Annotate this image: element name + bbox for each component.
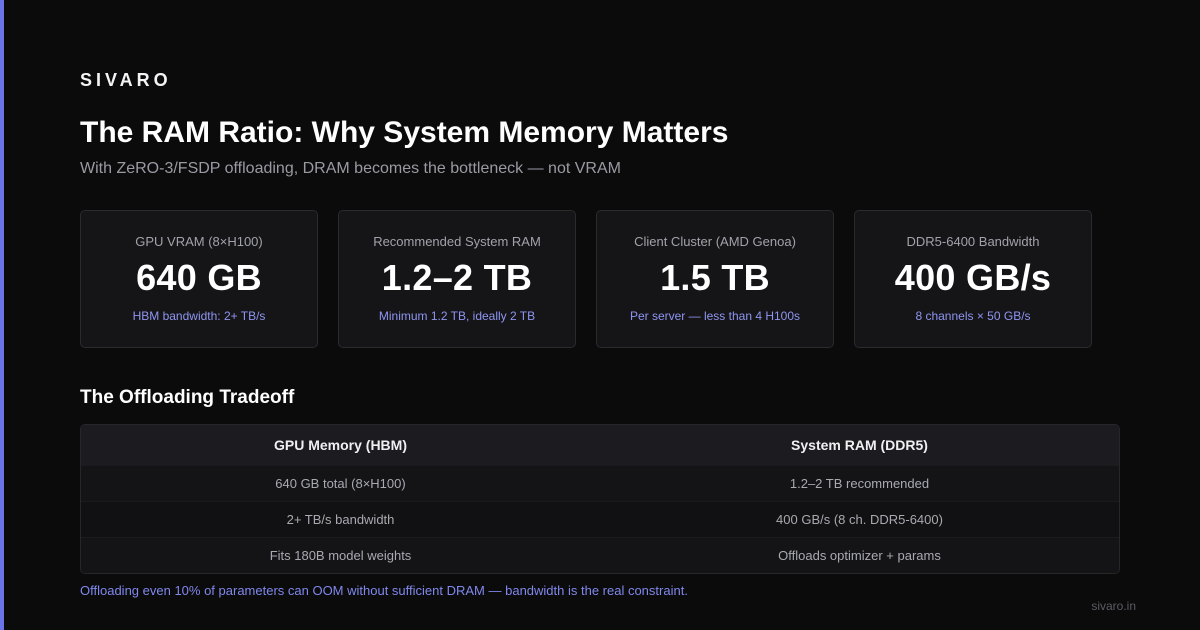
site-url: sivaro.in [1091, 599, 1136, 613]
stat-card-system-ram: Recommended System RAM 1.2–2 TB Minimum … [338, 210, 576, 348]
comparison-table: GPU Memory (HBM) System RAM (DDR5) 640 G… [80, 424, 1120, 574]
stat-card-gpu-vram: GPU VRAM (8×H100) 640 GB HBM bandwidth: … [80, 210, 318, 348]
table-cell: Offloads optimizer + params [600, 537, 1119, 573]
page-subtitle: With ZeRO-3/FSDP offloading, DRAM become… [80, 160, 621, 177]
stat-card-note: Minimum 1.2 TB, ideally 2 TB [378, 309, 536, 323]
stat-card-client-cluster: Client Cluster (AMD Genoa) 1.5 TB Per se… [596, 210, 834, 348]
table-cell: 1.2–2 TB recommended [600, 465, 1119, 502]
table-row: 2+ TB/s bandwidth 400 GB/s (8 ch. DDR5-6… [81, 501, 1119, 538]
section-title: The Offloading Tradeoff [80, 387, 295, 408]
page-title: The RAM Ratio: Why System Memory Matters [80, 116, 729, 149]
stat-card-value: 1.2–2 TB [381, 257, 533, 298]
column-header-gpu-memory: GPU Memory (HBM) [81, 425, 600, 466]
footnote: Offloading even 10% of parameters can OO… [80, 583, 688, 598]
stat-card-label: Recommended System RAM [373, 234, 541, 249]
column-header-system-ram: System RAM (DDR5) [600, 425, 1119, 466]
table-cell: 2+ TB/s bandwidth [81, 501, 600, 538]
table-row: 640 GB total (8×H100) 1.2–2 TB recommend… [81, 465, 1119, 502]
stat-card-label: Client Cluster (AMD Genoa) [634, 234, 796, 249]
stat-card-value: 400 GB/s [894, 257, 1052, 298]
table-cell: 640 GB total (8×H100) [81, 465, 600, 502]
stat-card-label: GPU VRAM (8×H100) [135, 234, 263, 249]
stat-card-note: Per server — less than 4 H100s [629, 309, 801, 323]
table-row: Fits 180B model weights Offloads optimiz… [81, 537, 1119, 573]
stat-card-ddr5-bandwidth: DDR5-6400 Bandwidth 400 GB/s 8 channels … [854, 210, 1092, 348]
brand-logo: SIVARO [80, 70, 172, 90]
stat-card-note: 8 channels × 50 GB/s [915, 309, 1031, 323]
table-header-row: GPU Memory (HBM) System RAM (DDR5) [81, 425, 1119, 466]
stat-card-note: HBM bandwidth: 2+ TB/s [132, 309, 266, 323]
stat-card-label: DDR5-6400 Bandwidth [906, 234, 1040, 249]
accent-bar [0, 0, 4, 630]
stat-cards: GPU VRAM (8×H100) 640 GB HBM bandwidth: … [80, 210, 1092, 348]
stat-card-value: 640 GB [136, 257, 262, 298]
table-cell: Fits 180B model weights [81, 537, 600, 573]
stat-card-value: 1.5 TB [660, 257, 770, 298]
table-cell: 400 GB/s (8 ch. DDR5-6400) [600, 501, 1119, 538]
